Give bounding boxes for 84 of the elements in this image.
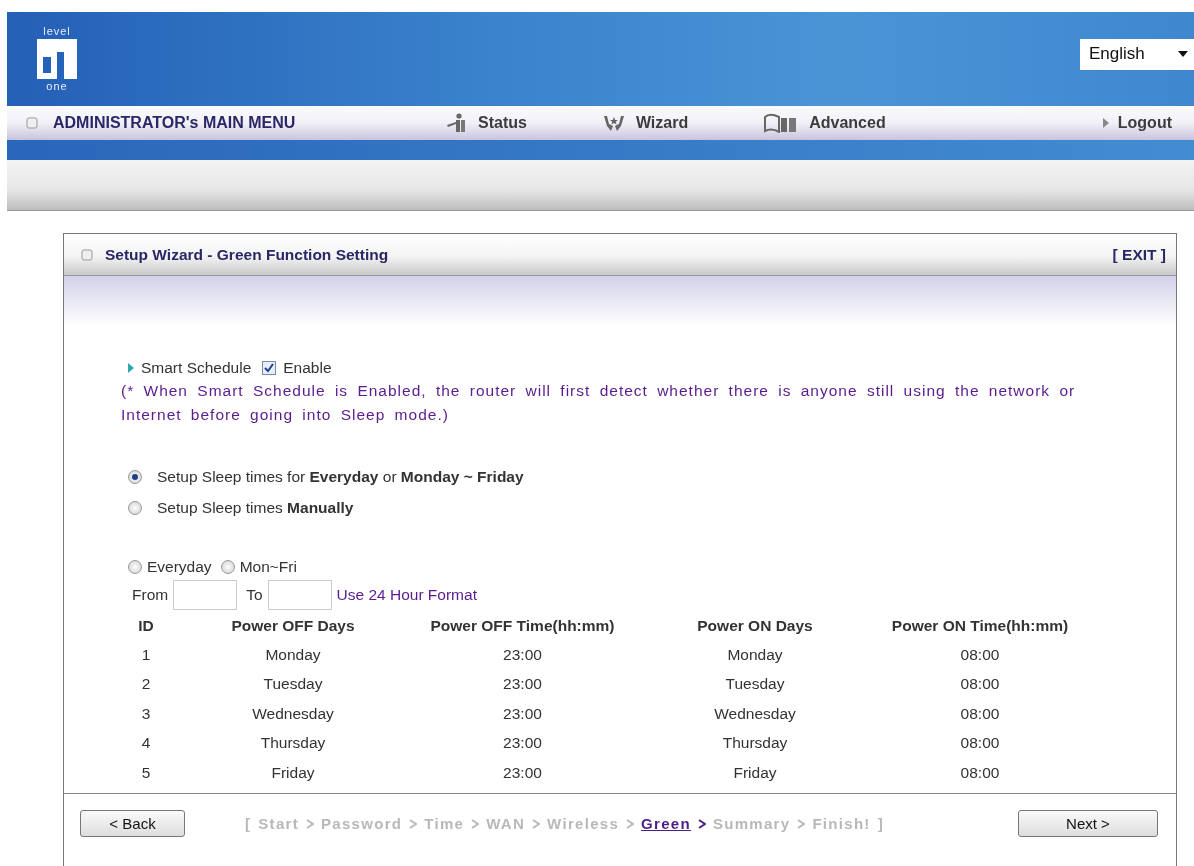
chevron-icon [471,818,480,829]
menu-title: ADMINISTRATOR's MAIN MENU [53,114,296,132]
note-text: (* When Smart Schedule is Enabled, the router will first detect whether there is anyone still using the network or Internet before going into Sleep mode.) [121,381,1077,425]
table-cell-text: Monday [726,644,784,665]
language-select[interactable]: English [1080,38,1194,70]
setting-label: Smart Schedule [141,359,252,377]
table-cell-text: 5 [140,762,152,783]
menu-link[interactable]: Wizard [601,114,689,132]
exit-link[interactable]: [ EXIT ] [1112,245,1166,264]
hint-text: Use 24 Hour Format [336,586,477,604]
table-cell-text: 08:00 [959,703,1001,724]
checkbox[interactable] [262,361,277,375]
table-cell-text: Wednesday [713,703,797,724]
column-header: Power OFF Time(hh:mm) [429,615,616,636]
table-cell-text: 08:00 [959,644,1001,665]
table-cell-text: Thursday [721,733,789,754]
arrow-icon [1101,117,1110,129]
table-cell-text: Friday [732,762,778,783]
arrow-icon [128,363,134,373]
chevron-icon [532,818,541,829]
table-cell-text: Tuesday [724,674,786,695]
step-text: Start [258,815,299,832]
hands-icon [601,114,626,132]
table-cell-text: 1 [140,644,152,665]
step-text: Finish! [812,815,871,832]
radio-button[interactable] [128,500,142,515]
square-bullet-icon [26,117,38,129]
table-cell-text: 23:00 [502,762,543,783]
chevron-icon [797,818,806,829]
panel-title: Setup Wizard - Green Function Setting [105,245,389,264]
column-header: Power OFF Days [230,615,356,636]
table-cell-text: 08:00 [959,674,1001,695]
input-field[interactable] [267,580,332,610]
dropdown-arrow-icon [1178,51,1188,57]
table-cell-text: Monday [264,644,322,665]
table-cell-text: 23:00 [502,733,543,754]
table-cell-text: 23:00 [502,703,543,724]
table-cell-text: 23:00 [502,674,543,695]
chevron-icon [697,818,706,829]
radio-button[interactable] [220,560,235,574]
radio-label: Setup Sleep times for Everyday or Monday ~ Friday [157,467,524,486]
table-cell-text: 23:00 [502,644,543,665]
table-cell-text: 08:00 [959,733,1001,754]
bracket-text: ] [877,815,884,832]
logo-text: one [46,81,68,92]
table-cell-text: 3 [140,703,152,724]
table-cell-text: 2 [140,674,152,695]
menu-link[interactable]: Status [446,113,527,133]
menu-link[interactable]: Advanced [763,113,886,133]
table-cell-text: 08:00 [959,762,1001,783]
table-cell-text: Tuesday [262,674,324,695]
column-header: Power ON Time(hh:mm) [890,615,1070,636]
radio-label: Everyday [147,558,212,576]
table-cell-text: Thursday [259,733,327,754]
person-icon [446,113,468,133]
chevron-icon [626,818,635,829]
step-text: Summary [712,815,791,832]
radio-button[interactable] [128,469,142,484]
step-text: Wireless [547,815,620,832]
step-link[interactable]: Green [641,815,691,832]
radio-label: Mon~Fri [239,558,297,576]
column-header: ID [137,615,155,636]
step-text: Time [424,815,465,832]
chevron-icon [409,818,418,829]
radio-label: Setup Sleep times Manually [157,498,354,517]
logo-text: level [43,26,71,37]
logo-mark [37,39,77,79]
back-button[interactable]: < Back [80,810,185,837]
checkbox-label: Enable [283,359,332,377]
step-text: WAN [486,815,526,832]
field-label: To [246,586,263,604]
table-cell-text: Friday [270,762,316,783]
table-cell-text: 4 [140,733,152,754]
next-button[interactable]: Next > [1018,810,1158,837]
bracket-text: [ [245,815,252,832]
step-text: Password [321,815,403,832]
radio-button[interactable] [128,560,142,574]
chevron-icon [306,818,314,829]
square-bullet-icon [81,248,93,261]
column-header: Power ON Days [696,615,814,636]
menu-link[interactable]: Logout [1101,114,1172,132]
field-label: From [132,586,169,604]
table-cell-text: Wednesday [251,703,335,724]
input-field[interactable] [173,580,238,610]
